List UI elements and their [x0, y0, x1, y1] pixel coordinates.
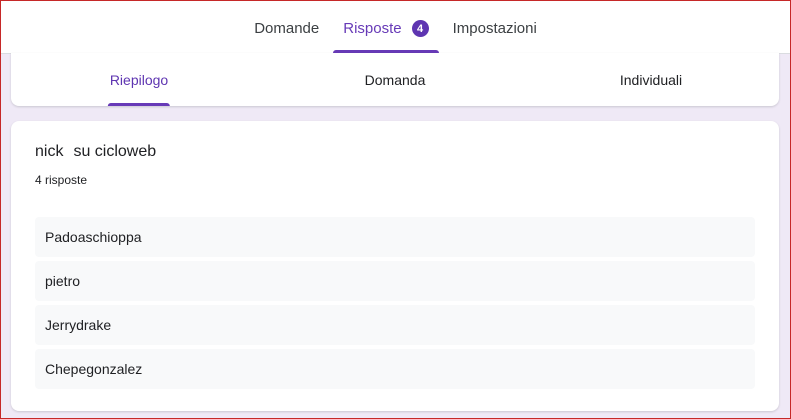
subtab-individuali[interactable]: Individuali: [618, 53, 684, 106]
responses-view-tabs: Riepilogo Domanda Individuali: [11, 53, 779, 106]
question-title-part1: nick: [35, 143, 64, 160]
subtab-domanda-label: Domanda: [364, 71, 426, 88]
tab-risposte-label: Risposte: [343, 20, 402, 37]
tab-risposte[interactable]: Risposte 4: [333, 1, 439, 53]
subtab-domanda[interactable]: Domanda: [363, 53, 428, 106]
tab-domande[interactable]: Domande: [244, 1, 329, 53]
list-item: Chepegonzalez: [35, 349, 755, 389]
list-item: pietro: [35, 261, 755, 301]
subtab-riepilogo-label: Riepilogo: [109, 71, 169, 88]
answers-list: Padoaschioppa pietro Jerrydrake Chepegon…: [35, 217, 755, 393]
question-title: nick su cicloweb: [35, 143, 156, 161]
top-navigation-bar: Domande Risposte 4 Impostazioni: [1, 1, 790, 54]
question-title-part2: su cicloweb: [73, 143, 157, 160]
response-count: 4 risposte: [35, 173, 88, 187]
tab-impostazioni-label: Impostazioni: [452, 20, 537, 37]
list-item: Jerrydrake: [35, 305, 755, 345]
subtab-riepilogo[interactable]: Riepilogo: [107, 53, 171, 106]
subtab-individuali-label: Individuali: [619, 71, 683, 88]
responses-count-badge: 4: [411, 20, 429, 37]
tab-impostazioni[interactable]: Impostazioni: [443, 1, 547, 53]
tab-domande-label: Domande: [254, 20, 320, 37]
list-item: Padoaschioppa: [35, 217, 755, 257]
question-summary-card: nick su cicloweb 4 risposte Padoaschioppa…: [11, 121, 779, 411]
main-tabs: Domande Risposte 4 Impostazioni: [1, 1, 790, 53]
